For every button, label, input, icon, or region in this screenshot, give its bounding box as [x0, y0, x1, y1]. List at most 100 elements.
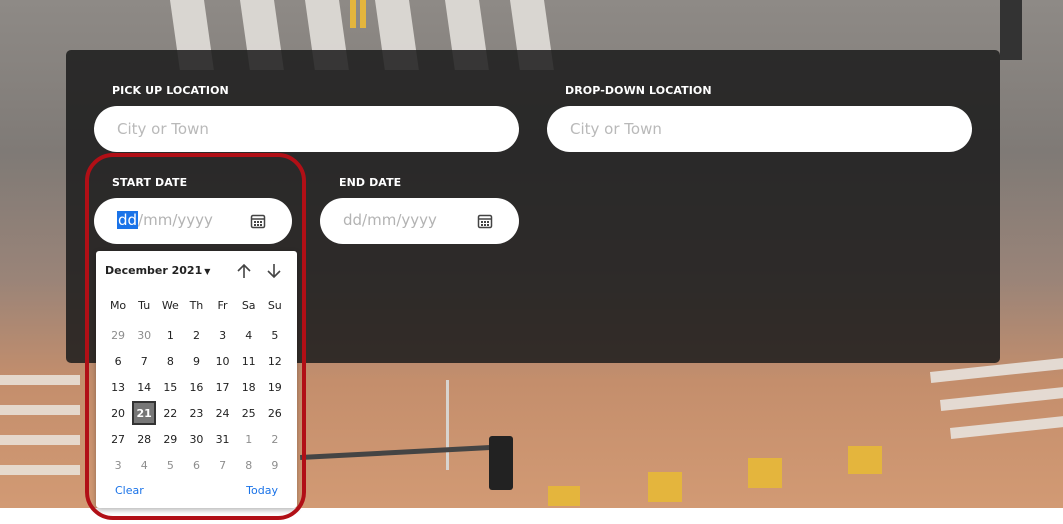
calendar-day[interactable]: 11: [236, 348, 262, 374]
day-number: 5: [166, 458, 174, 472]
calendar-day[interactable]: 26: [262, 400, 288, 426]
calendar-day[interactable]: 6: [105, 348, 131, 374]
day-number: 7: [219, 458, 227, 472]
calendar-day[interactable]: 22: [157, 400, 183, 426]
day-number: 4: [245, 328, 253, 342]
day-number: 20: [111, 406, 126, 420]
weekday-header: We: [161, 298, 179, 312]
day-number: 15: [163, 380, 178, 394]
day-number: 24: [215, 406, 230, 420]
calendar-day[interactable]: 9: [262, 452, 288, 478]
calendar-day[interactable]: 16: [183, 374, 209, 400]
day-number: 13: [111, 380, 126, 394]
dropoff-location-input[interactable]: [547, 106, 972, 152]
day-number: 17: [215, 380, 230, 394]
calendar-icon[interactable]: [477, 213, 493, 229]
end-date-field[interactable]: dd/mm/yyyy: [320, 198, 519, 244]
day-number: 10: [215, 354, 230, 368]
weekday-header: Tu: [138, 298, 151, 312]
calendar-day[interactable]: 30: [183, 426, 209, 452]
day-number: 6: [114, 354, 122, 368]
start-date-label: START DATE: [112, 176, 188, 189]
calendar-day[interactable]: 19: [262, 374, 288, 400]
today-button[interactable]: Today: [246, 484, 278, 497]
day-number: 30: [137, 328, 152, 342]
day-number: 21: [132, 401, 157, 425]
calendar-day[interactable]: 1: [157, 322, 183, 348]
calendar-day[interactable]: 8: [236, 452, 262, 478]
day-number: 29: [111, 328, 126, 342]
calendar-day[interactable]: 31: [210, 426, 236, 452]
date-rest-segment: /mm/yyyy: [138, 211, 213, 229]
calendar-day[interactable]: 5: [262, 322, 288, 348]
day-number: 27: [111, 432, 126, 446]
pickup-location-field[interactable]: [94, 106, 519, 152]
end-date-label: END DATE: [339, 176, 402, 189]
calendar-day[interactable]: 7: [210, 452, 236, 478]
day-number: 3: [219, 328, 227, 342]
calendar-footer: Clear Today: [96, 484, 297, 498]
day-number: 8: [245, 458, 253, 472]
weekday-header: Su: [267, 298, 282, 312]
calendar-day[interactable]: 23: [183, 400, 209, 426]
day-number: 9: [271, 458, 279, 472]
calendar-day[interactable]: 2: [262, 426, 288, 452]
calendar-day[interactable]: 30: [131, 322, 157, 348]
calendar-day[interactable]: 15: [157, 374, 183, 400]
day-number: 6: [192, 458, 200, 472]
dropoff-location-label: DROP-DOWN LOCATION: [565, 84, 712, 97]
day-number: 5: [271, 328, 279, 342]
calendar-day[interactable]: 28: [131, 426, 157, 452]
day-number: 11: [241, 354, 256, 368]
calendar-day[interactable]: 5: [157, 452, 183, 478]
day-segment[interactable]: dd: [117, 211, 139, 229]
calendar-day[interactable]: 29: [105, 322, 131, 348]
pickup-location-input[interactable]: [94, 106, 519, 152]
dropoff-location-field[interactable]: [547, 106, 972, 152]
calendar-day[interactable]: 20: [105, 400, 131, 426]
clear-button[interactable]: Clear: [115, 484, 144, 497]
calendar-day[interactable]: 27: [105, 426, 131, 452]
calendar-day[interactable]: 10: [210, 348, 236, 374]
day-number: 2: [192, 328, 200, 342]
arrow-up-icon[interactable]: [235, 262, 253, 280]
calendar-day[interactable]: 2: [183, 322, 209, 348]
calendar-day[interactable]: 13: [105, 374, 131, 400]
weekday-header: Th: [189, 298, 204, 312]
weekday-header: Fr: [217, 298, 228, 312]
arrow-down-icon[interactable]: [265, 262, 283, 280]
calendar-day[interactable]: 3: [105, 452, 131, 478]
caret-down-icon: ▼: [204, 267, 211, 276]
calendar-day[interactable]: 24: [210, 400, 236, 426]
calendar-day[interactable]: 18: [236, 374, 262, 400]
calendar-day[interactable]: 14: [131, 374, 157, 400]
day-number: 19: [267, 380, 282, 394]
calendar-day[interactable]: 17: [210, 374, 236, 400]
day-number: 2: [271, 432, 279, 446]
day-number: 30: [189, 432, 204, 446]
calendar-day[interactable]: 1: [236, 426, 262, 452]
day-number: 16: [189, 380, 204, 394]
start-date-input[interactable]: dd/mm/yyyy: [117, 211, 213, 229]
calendar-day[interactable]: 4: [131, 452, 157, 478]
calendar-day[interactable]: 12: [262, 348, 288, 374]
calendar-day[interactable]: 7: [131, 348, 157, 374]
calendar-day[interactable]: 8: [157, 348, 183, 374]
calendar-day[interactable]: 9: [183, 348, 209, 374]
calendar-day-selected[interactable]: 21: [131, 400, 157, 426]
day-number: 26: [267, 406, 282, 420]
day-number: 25: [241, 406, 256, 420]
start-date-field[interactable]: dd/mm/yyyy: [94, 198, 292, 244]
day-number: 1: [245, 432, 253, 446]
end-date-input[interactable]: dd/mm/yyyy: [343, 211, 437, 229]
weekday-header: Sa: [241, 298, 256, 312]
day-number: 4: [140, 458, 148, 472]
calendar-icon[interactable]: [250, 213, 266, 229]
calendar-day[interactable]: 29: [157, 426, 183, 452]
month-year-selector[interactable]: December 2021 ▼: [105, 264, 210, 277]
calendar-day[interactable]: 25: [236, 400, 262, 426]
calendar-day[interactable]: 6: [183, 452, 209, 478]
calendar-day[interactable]: 4: [236, 322, 262, 348]
calendar-day[interactable]: 3: [210, 322, 236, 348]
pickup-location-label: PICK UP LOCATION: [112, 84, 229, 97]
